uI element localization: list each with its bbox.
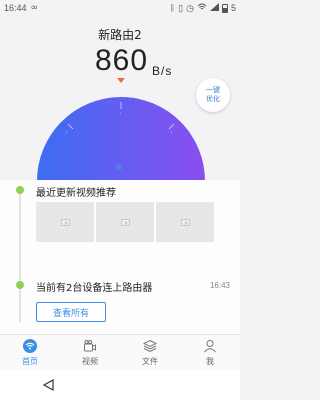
- svg-text:↑: ↑: [65, 130, 68, 136]
- timeline-line: [19, 190, 21, 322]
- router-name: 新路由2: [98, 28, 142, 42]
- video-thumbnail[interactable]: [96, 202, 154, 242]
- infinity-icon: ∞: [30, 3, 39, 13]
- optimize-label-line2: 优化: [206, 95, 220, 103]
- back-icon[interactable]: [42, 378, 56, 392]
- system-nav-bar: [0, 370, 240, 400]
- svg-text:↑: ↑: [170, 130, 173, 136]
- battery-level: 5: [230, 3, 236, 13]
- signal-icon: [209, 3, 219, 13]
- video-thumbnail[interactable]: [156, 202, 214, 242]
- speed-unit: B/s: [152, 64, 173, 78]
- tab-files[interactable]: 文件: [120, 335, 180, 370]
- tab-files-label: 文件: [142, 356, 158, 366]
- speed-pointer-icon: [117, 78, 125, 83]
- bluetooth-icon: ᛒ: [169, 3, 176, 13]
- view-all-button[interactable]: 查看所有: [36, 302, 106, 322]
- video-placeholder-icon: [60, 218, 70, 226]
- video-thumbnails: [36, 202, 214, 242]
- wifi-icon: [23, 338, 37, 353]
- bottom-tab-bar: 首页 视频 文件 我: [0, 334, 240, 370]
- vibrate-icon: ▯: [178, 2, 184, 13]
- gauge-indicator-dot: [116, 164, 122, 170]
- wifi-status-icon: [197, 3, 207, 13]
- tab-home-label: 首页: [22, 356, 38, 366]
- tab-home[interactable]: 首页: [0, 335, 60, 370]
- tab-video[interactable]: 视频: [60, 335, 120, 370]
- timeline-dot: [16, 186, 24, 194]
- layers-icon: [143, 339, 157, 352]
- svg-text:↑: ↑: [119, 111, 122, 117]
- video-thumbnail[interactable]: [36, 202, 94, 242]
- video-placeholder-icon: [180, 218, 190, 226]
- tab-video-label: 视频: [82, 356, 98, 366]
- tab-me-label: 我: [206, 356, 214, 366]
- timeline-dot: [16, 281, 24, 289]
- video-placeholder-icon: [120, 218, 130, 226]
- device-section-time: 16:43: [209, 281, 230, 290]
- device-section-title: 当前有2台设备连上路由器: [36, 283, 153, 294]
- alarm-icon: ◷: [186, 2, 194, 13]
- status-bar: 16:44 ∞ ᛒ ▯ ◷ 5: [0, 0, 240, 16]
- optimize-label-line1: 一键: [206, 86, 220, 94]
- person-icon: [204, 339, 216, 352]
- status-icons: ᛒ ▯ ◷ 5: [170, 3, 236, 14]
- speed-display: 860 B/s: [0, 44, 240, 82]
- status-time: 16:44: [4, 3, 27, 13]
- video-camera-icon: [84, 339, 96, 351]
- video-section-title: 最近更新视频推荐: [36, 188, 116, 199]
- tab-me[interactable]: 我: [180, 335, 240, 370]
- battery-icon: [221, 3, 228, 13]
- optimize-button[interactable]: 一键 优化: [196, 78, 230, 112]
- speed-value: 860: [95, 44, 149, 77]
